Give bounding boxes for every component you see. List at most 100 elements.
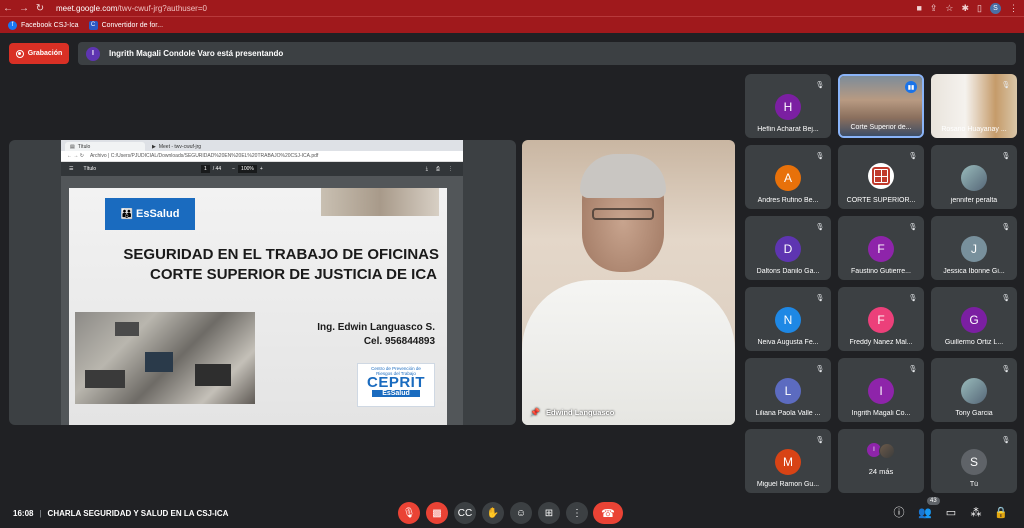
participant-name: Andres Rufino Be... bbox=[757, 197, 819, 204]
pdf-file-icon: ▤ bbox=[70, 143, 75, 150]
meet-icon: ▶ bbox=[152, 143, 156, 150]
back-arrow-icon[interactable]: ← bbox=[0, 0, 16, 16]
essalud-logo: 👪 EsSalud bbox=[105, 198, 195, 230]
more-participants-count: 24 más bbox=[868, 467, 894, 476]
recording-button[interactable]: Grabación bbox=[9, 43, 69, 64]
participant-tile[interactable]: I Ingrith Magali Co... 🎙 bbox=[838, 358, 924, 422]
office-photo bbox=[75, 312, 255, 404]
participant-name: Tony Garcia bbox=[955, 410, 993, 417]
participant-avatar: D bbox=[775, 236, 801, 262]
slide-header-photo bbox=[321, 188, 439, 216]
browser-actions: ■ ⇪ ☆ ✱ ▯ S ⋮ bbox=[916, 0, 1018, 16]
shared-tab-meet: ▶ Meet - twv-cwuf-jrg bbox=[152, 143, 202, 150]
info-button[interactable]: ⓘ bbox=[891, 504, 907, 520]
captions-button[interactable]: CC bbox=[454, 502, 476, 524]
download-icon: ⤓ bbox=[425, 166, 428, 172]
mic-off-icon: 🎙 bbox=[815, 224, 825, 231]
more-participants-avatars: I bbox=[867, 443, 895, 459]
menu-dots-icon[interactable]: ⋮ bbox=[1009, 3, 1018, 14]
chat-button[interactable]: ▭ bbox=[943, 504, 959, 520]
pdf-actions: ⤓ ⎙ ⋮ bbox=[426, 166, 453, 172]
info-icon: ⓘ bbox=[893, 507, 905, 519]
raise-hand-button[interactable]: ✋ bbox=[482, 502, 504, 524]
url-path: /twv-cwuf-jrg?authuser=0 bbox=[117, 3, 207, 13]
sidebar-icon[interactable]: ▯ bbox=[977, 3, 982, 14]
pdf-menu-icon: ☰ bbox=[69, 166, 74, 172]
participant-tile[interactable]: I 24 más bbox=[838, 429, 924, 493]
ceprit-logo: Centro de Prevención de Riesgos del Trab… bbox=[357, 363, 435, 407]
participant-avatar: F bbox=[868, 236, 894, 262]
participant-name: Heflin Acharat Bej... bbox=[757, 126, 819, 133]
present-button[interactable]: ⊞ bbox=[538, 502, 560, 524]
participant-tile[interactable]: F Faustino Gutierre... 🎙 bbox=[838, 216, 924, 280]
forward-arrow-icon[interactable]: → bbox=[16, 0, 32, 16]
participant-tile[interactable]: N Neiva Augusta Fe... 🎙 bbox=[745, 287, 831, 351]
participant-name: Neiva Augusta Fe... bbox=[757, 339, 819, 346]
participant-avatar: F bbox=[868, 307, 894, 333]
ceprit-title: CEPRIT bbox=[366, 374, 425, 391]
participant-tile[interactable]: Rosario Huayanay ... 🎙 bbox=[931, 74, 1017, 138]
host-controls-button[interactable]: 🔒 bbox=[993, 504, 1009, 520]
participant-name: Miguel Ramon Gu... bbox=[756, 481, 820, 488]
participant-tile[interactable]: A Andres Rufino Be... 🎙 bbox=[745, 145, 831, 209]
mic-off-button[interactable]: 🎙 bbox=[398, 502, 420, 524]
presenter-camera-tile[interactable]: 📌 Edwind Languasco bbox=[522, 140, 735, 425]
profile-avatar[interactable]: S bbox=[990, 2, 1001, 14]
participant-tile[interactable]: G Guillermo Ortiz L... 🎙 bbox=[931, 287, 1017, 351]
extensions-icon[interactable]: ✱ bbox=[962, 3, 970, 14]
reload-icon[interactable]: ↻ bbox=[32, 0, 48, 16]
bookmark-star-icon[interactable]: ☆ bbox=[945, 3, 953, 14]
presenter-shirt bbox=[522, 280, 735, 425]
participant-tile[interactable]: Corte Superior de... ▮▮ bbox=[838, 74, 924, 138]
shared-screen-tile[interactable]: ▤ Título ▶ Meet - twv-cwuf-jrg ← → ↻ Archi… bbox=[9, 140, 516, 425]
more-options-button[interactable]: ⋮ bbox=[566, 502, 588, 524]
participant-avatar: L bbox=[775, 378, 801, 404]
people-button[interactable]: 👥 bbox=[917, 504, 933, 520]
share-icon[interactable]: ⇪ bbox=[930, 3, 938, 14]
mic-off-icon: 🎙 bbox=[908, 224, 918, 231]
bookmark-facebook[interactable]: f Facebook CSJ-Ica bbox=[8, 20, 79, 30]
participant-tile[interactable]: S Tú 🎙 bbox=[931, 429, 1017, 493]
participant-tile[interactable]: H Heflin Acharat Bej... 🎙 bbox=[745, 74, 831, 138]
end-call-button[interactable]: ☎ bbox=[593, 502, 623, 524]
presenter-avatar: I bbox=[86, 46, 100, 61]
bookmarks-bar: f Facebook CSJ-Ica C Convertidor de for.… bbox=[0, 16, 1024, 33]
participant-tile[interactable]: L Liliana Paola Valle ... 🎙 bbox=[745, 358, 831, 422]
meeting-info: 16:08 | CHARLA SEGURIDAD Y SALUD EN LA C… bbox=[13, 509, 228, 518]
address-bar[interactable]: meet.google.com/twv-cwuf-jrg?authuser=0 bbox=[56, 4, 207, 13]
participant-tile[interactable]: jennifer peralta 🎙 bbox=[931, 145, 1017, 209]
more-vert-icon: ⋮ bbox=[572, 507, 582, 519]
participant-avatar: H bbox=[775, 94, 801, 120]
mic-off-icon: 🎙 bbox=[1001, 153, 1011, 160]
shared-nav-icon: ← → ↻ bbox=[67, 153, 84, 159]
participant-tile[interactable]: M Miguel Ramon Gu... 🎙 bbox=[745, 429, 831, 493]
facebook-icon: f bbox=[8, 20, 17, 30]
shared-browser-tabs: ▤ Título ▶ Meet - twv-cwuf-jrg bbox=[61, 140, 463, 151]
presenter-glasses bbox=[592, 208, 654, 220]
slide: 👪 EsSalud SEGURIDAD EN EL TRABAJO DE OFI… bbox=[69, 188, 447, 425]
reactions-button[interactable]: ☺ bbox=[510, 502, 532, 524]
chat-icon: ▭ bbox=[945, 506, 957, 519]
pin-icon[interactable]: 📌 bbox=[530, 408, 540, 417]
participant-name: Jessica Ibonne Gi... bbox=[943, 268, 1005, 275]
participant-tile[interactable]: F Freddy Nanez Mal... 🎙 bbox=[838, 287, 924, 351]
participant-name: CORTE SUPERIOR... bbox=[846, 197, 916, 204]
presenting-text: Ingrith Magali Condole Varo está present… bbox=[109, 49, 284, 58]
camera-in-use-icon[interactable]: ■ bbox=[916, 3, 921, 13]
court-seal-icon bbox=[868, 163, 894, 189]
ceprit-essalud: EsSalud bbox=[372, 390, 420, 397]
mic-off-icon: 🎙 bbox=[815, 153, 825, 160]
activities-button[interactable]: ⁂ bbox=[968, 504, 984, 520]
participant-photo bbox=[961, 165, 987, 191]
participant-tile[interactable]: CORTE SUPERIOR... 🎙 bbox=[838, 145, 924, 209]
bookmark-converter[interactable]: C Convertidor de for... bbox=[88, 20, 163, 30]
url-host: meet.google.com bbox=[56, 3, 118, 13]
participant-tile[interactable]: Tony Garcia 🎙 bbox=[931, 358, 1017, 422]
slide-title-line2: CORTE SUPERIOR DE JUSTICIA DE ICA bbox=[150, 266, 437, 283]
participant-tile[interactable]: D Daltons Danilo Ga... 🎙 bbox=[745, 216, 831, 280]
phone-hangup-icon: ☎ bbox=[601, 507, 615, 520]
converter-icon: C bbox=[88, 20, 98, 30]
participant-tile[interactable]: J Jessica Ibonne Gi... 🎙 bbox=[931, 216, 1017, 280]
camera-off-button[interactable]: ▩ bbox=[426, 502, 448, 524]
activities-icon: ⁂ bbox=[970, 506, 982, 519]
